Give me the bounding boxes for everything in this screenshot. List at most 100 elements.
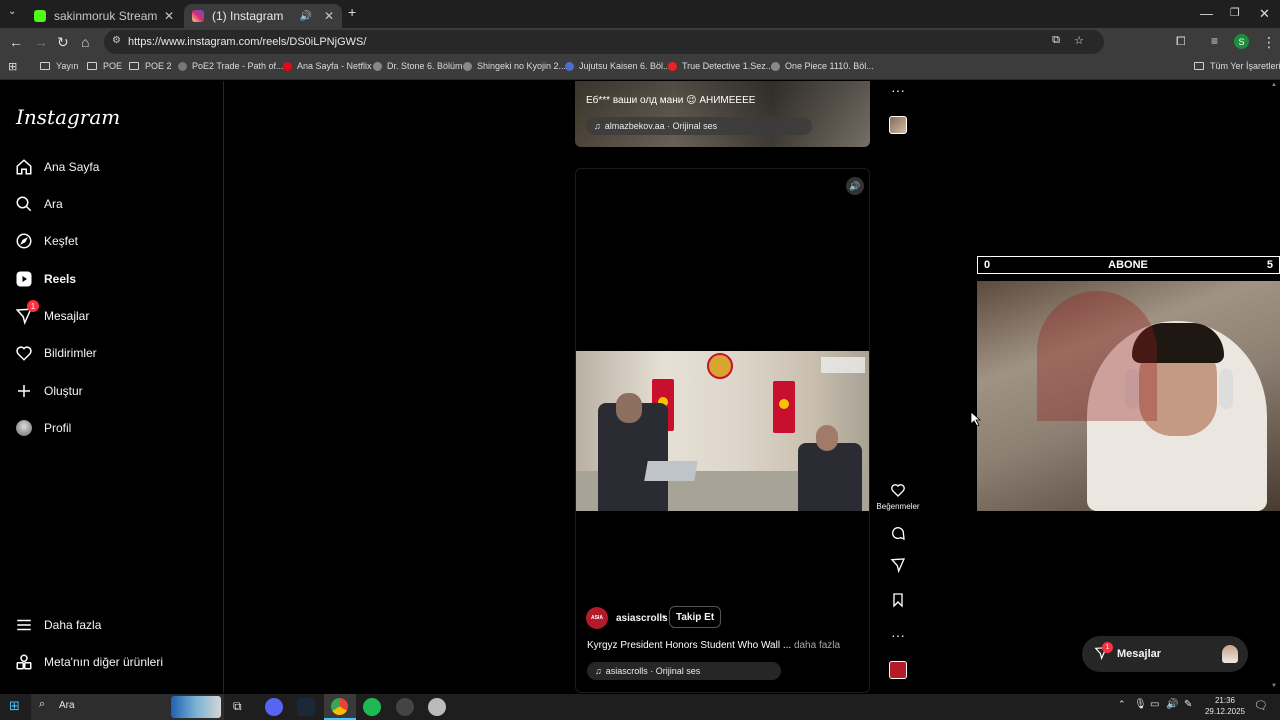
- tray-chevron-icon[interactable]: ⌃: [1118, 699, 1126, 710]
- reel-audio-thumbnail[interactable]: [889, 661, 907, 679]
- sidebar-item-search[interactable]: Ara: [14, 192, 63, 216]
- speaker-icon[interactable]: 🔊: [299, 11, 311, 22]
- video-frame: [576, 351, 869, 511]
- sidebar-item-reels[interactable]: Reels: [14, 267, 76, 291]
- bookmark-dr-stone[interactable]: Dr. Stone 6. Bölüm: [373, 61, 463, 71]
- back-icon[interactable]: ←: [9, 34, 23, 50]
- home-icon[interactable]: ⌂: [81, 34, 89, 50]
- minimize-button[interactable]: —: [1200, 6, 1213, 21]
- close-tab-icon[interactable]: ✕: [164, 9, 174, 23]
- clock-date[interactable]: 29.12.2025: [1200, 707, 1250, 716]
- microphone-icon[interactable]: 🎙: [1134, 699, 1147, 710]
- like-icon[interactable]: [888, 482, 908, 503]
- reel-audio-pill[interactable]: ♫ almazbekov.aa · Orijinal ses: [586, 117, 812, 135]
- windows-start-icon[interactable]: ⊞: [9, 698, 20, 714]
- sidebar-item-messages[interactable]: 1 Mesajlar: [14, 300, 89, 328]
- sidebar-item-meta[interactable]: Meta'nın diğer ürünleri: [14, 650, 163, 674]
- bookmark-netflix[interactable]: Ana Sayfa - Netflix: [283, 61, 372, 71]
- site-icon: [668, 61, 677, 71]
- bookmarks-bar: ⊞ Yayın POE POE 2 PoE2 Trade - Path of..…: [0, 56, 1280, 80]
- dot-separator: •: [662, 612, 666, 623]
- media-control-icon[interactable]: ≡: [1211, 34, 1218, 48]
- all-bookmarks[interactable]: Tüm Yer İşaretleri: [1194, 61, 1280, 71]
- more-options-icon[interactable]: ···: [888, 627, 908, 643]
- profile-avatar[interactable]: S: [1234, 34, 1249, 49]
- reel-author-username[interactable]: asiascrolls: [616, 613, 668, 624]
- address-bar[interactable]: ⚙ https://www.instagram.com/reels/DS0iLP…: [104, 30, 1104, 54]
- notification-badge: 1: [1102, 642, 1113, 653]
- bookmark-poe2-trade[interactable]: PoE2 Trade - Path of...: [178, 61, 284, 71]
- site-icon: [565, 61, 574, 71]
- steam-icon[interactable]: [297, 698, 315, 716]
- browser-toolbar: ← → ↻ ⌂ ⚙ https://www.instagram.com/reel…: [0, 28, 1280, 56]
- pen-icon[interactable]: ✎: [1184, 699, 1192, 710]
- bookmark-true-detective[interactable]: True Detective 1.Sez...: [668, 61, 773, 71]
- close-tab-icon[interactable]: ✕: [324, 9, 334, 23]
- sidebar-item-home[interactable]: Ana Sayfa: [14, 155, 99, 179]
- tab-instagram[interactable]: (1) Instagram 🔊 ✕: [184, 4, 342, 28]
- site-info-icon[interactable]: ⚙: [112, 35, 121, 46]
- previous-reel-audio-thumbnail[interactable]: [889, 116, 907, 134]
- folder-icon: [87, 62, 97, 70]
- reel-author-avatar[interactable]: ASIA: [586, 607, 608, 629]
- bookmark-one-piece[interactable]: One Piece 1110. Böl...: [771, 61, 874, 71]
- kick-favicon-icon: [34, 10, 46, 22]
- comment-icon[interactable]: [888, 525, 908, 546]
- bookmark-folder-poe2[interactable]: POE 2: [129, 61, 172, 71]
- sub-count-goal: 5: [1266, 259, 1273, 271]
- chrome-taskbar-button[interactable]: [324, 694, 356, 720]
- extensions-icon[interactable]: ⧠: [1176, 34, 1186, 49]
- sidebar-item-create[interactable]: Oluştur: [14, 379, 83, 403]
- reel-audio-pill[interactable]: ♫ asiascrolls · Orijinal ses: [587, 662, 781, 680]
- install-app-icon[interactable]: ⧉: [1052, 34, 1060, 47]
- discord-icon[interactable]: [265, 698, 283, 716]
- tab-search-chevron-icon[interactable]: ⌄: [8, 6, 16, 17]
- scroll-down-arrow-icon[interactable]: ▼: [1271, 683, 1277, 689]
- bookmark-shingeki[interactable]: Shingeki no Kyojin 2...: [463, 61, 566, 71]
- bookmark-star-icon[interactable]: ☆: [1074, 34, 1084, 47]
- reload-icon[interactable]: ↻: [57, 34, 69, 51]
- follow-button[interactable]: Takip Et: [669, 606, 722, 628]
- likes-label: Beğenmeler: [876, 502, 920, 511]
- chair: [1037, 291, 1157, 421]
- tab-kick-stream[interactable]: sakinmoruk Stream - Watch Li ✕: [26, 4, 182, 28]
- sidebar-item-explore[interactable]: Keşfet: [14, 229, 78, 253]
- scroll-up-arrow-icon[interactable]: ▲: [1271, 82, 1277, 88]
- previous-reel-more-icon[interactable]: ···: [888, 82, 908, 98]
- save-icon[interactable]: [888, 592, 908, 613]
- bookmark-folder-yayin[interactable]: Yayın: [40, 61, 78, 71]
- hamburger-icon: [14, 615, 34, 635]
- network-icon[interactable]: ▭: [1150, 699, 1159, 710]
- obs-icon[interactable]: [396, 698, 414, 716]
- current-reel-video[interactable]: 🔊 ASIA asiascrolls • Takip Et Kyrgyz Pre…: [575, 168, 870, 693]
- bookmark-jujutsu[interactable]: Jujutsu Kaisen 6. Böl...: [565, 61, 671, 71]
- sidebar-item-more[interactable]: Daha fazla: [14, 613, 101, 637]
- task-view-icon[interactable]: ⧉: [233, 699, 242, 714]
- instagram-logo[interactable]: Instagram: [16, 105, 120, 129]
- forward-icon[interactable]: →: [34, 34, 48, 50]
- app-icon[interactable]: [428, 698, 446, 716]
- apps-grid-icon[interactable]: ⊞: [8, 60, 17, 73]
- restore-button[interactable]: ❐: [1230, 6, 1240, 19]
- reel-caption: Kyrgyz President Honors Student Who Wall…: [587, 640, 841, 651]
- netflix-icon: [283, 61, 292, 71]
- new-tab-button[interactable]: +: [348, 4, 356, 20]
- reels-icon: [14, 269, 34, 289]
- search-icon: [14, 194, 34, 214]
- previous-reel-video[interactable]: Еб*** ваши олд мани 😉 АНИМЕЕЕЕ ♫ almazbe…: [575, 81, 870, 147]
- more-link[interactable]: daha fazla: [794, 640, 840, 651]
- spotify-icon[interactable]: [363, 698, 381, 716]
- messages-popup-button[interactable]: 1 Mesajlar: [1082, 636, 1248, 672]
- sidebar-item-notifications[interactable]: Bildirimler: [14, 341, 97, 365]
- close-window-button[interactable]: ✕: [1259, 6, 1270, 22]
- taskbar-search-box[interactable]: ⌕ Ara: [31, 694, 224, 720]
- volume-icon[interactable]: 🔊: [1166, 699, 1178, 710]
- menu-kebab-icon[interactable]: ⋮: [1262, 34, 1276, 51]
- clock-time[interactable]: 21:36: [1205, 696, 1245, 705]
- share-icon[interactable]: [888, 557, 908, 578]
- person-left-head: [616, 393, 642, 423]
- unmute-icon[interactable]: 🔊: [846, 177, 864, 195]
- notifications-icon[interactable]: 🗨: [1254, 699, 1268, 712]
- sidebar-item-profile[interactable]: Profil: [14, 416, 71, 440]
- bookmark-folder-poe[interactable]: POE: [87, 61, 122, 71]
